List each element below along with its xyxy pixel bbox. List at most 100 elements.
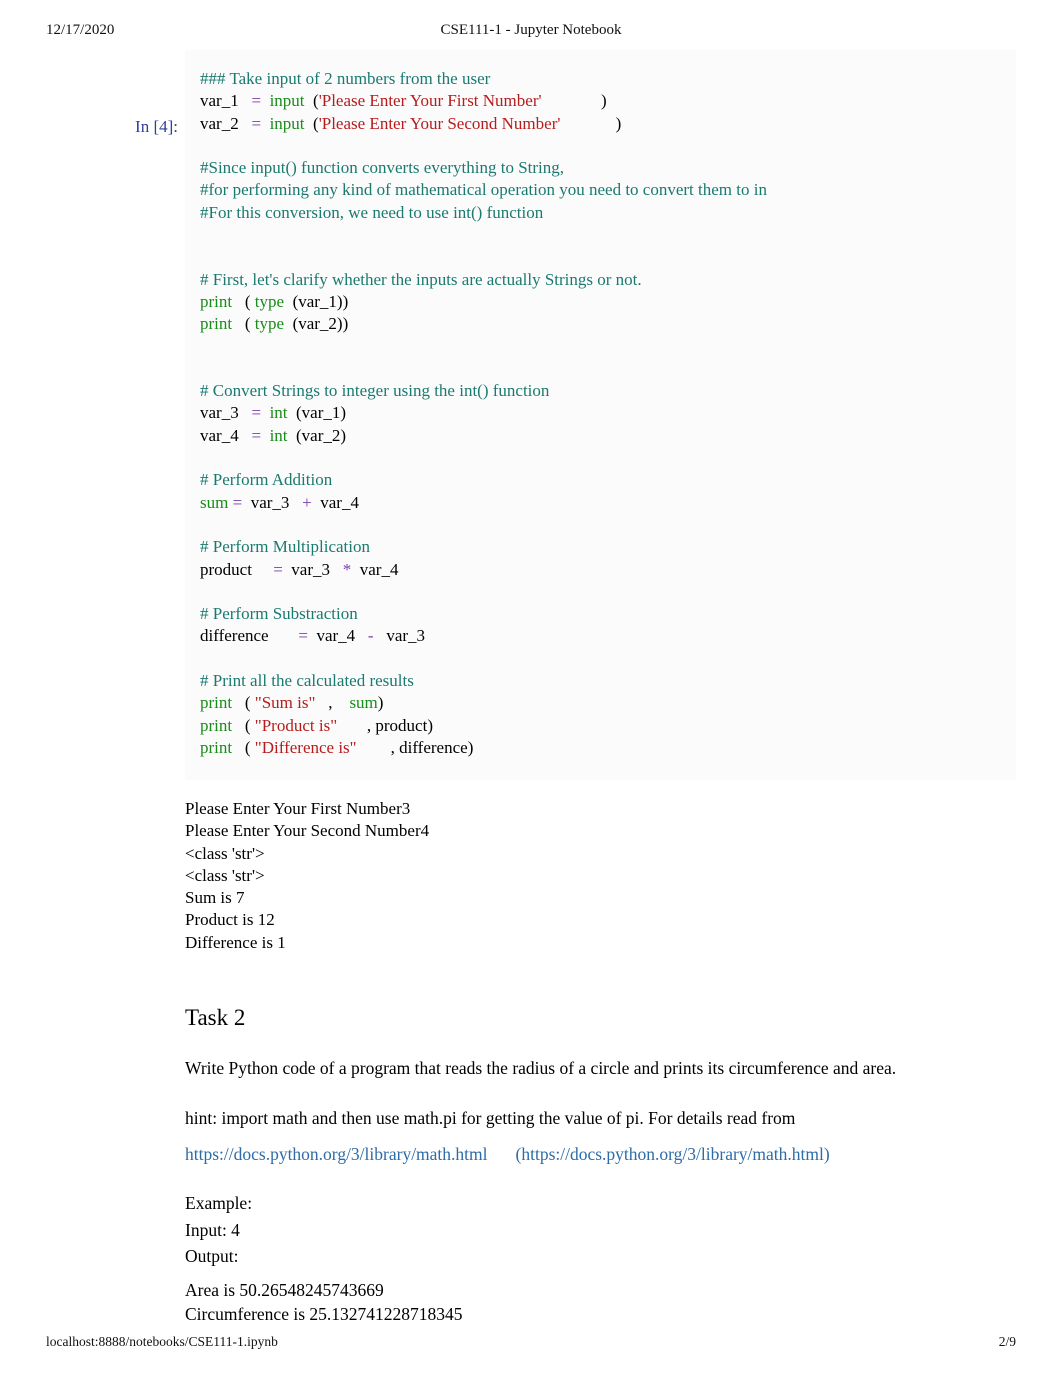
math-docs-link-parenthetical: (https://docs.python.org/3/library/math.… [515, 1144, 830, 1165]
code-line: difference = var_4 - var_3 [200, 625, 1006, 647]
code-token-plain: ) [541, 91, 607, 111]
task2-hint: hint: import math and then use math.pi f… [185, 1104, 897, 1132]
code-token-builtin: type [254, 291, 285, 311]
code-token-plain: , product) [337, 715, 433, 735]
task2-heading: Task 2 [185, 1005, 246, 1031]
code-token-builtin: print [200, 314, 233, 334]
code-token-builtin: print [200, 737, 233, 757]
code-cell-prompt: In [4]: [135, 117, 178, 136]
code-token-plain: ( [232, 715, 255, 735]
code-token-string: "Product is" [254, 715, 338, 735]
code-token-comment: #Since input() function converts everyth… [200, 158, 565, 178]
notebook-content: In [4]: ### Take input of 2 numbers from… [0, 50, 1062, 1326]
code-token-plain: var_2 [200, 113, 239, 133]
code-token-operator: = [298, 626, 308, 646]
code-token-operator: = [251, 403, 262, 423]
code-token-operator: = [251, 425, 262, 445]
code-token-plain: (var_2)) [284, 314, 349, 334]
output-line: Product is 12 [185, 910, 275, 930]
code-cell[interactable]: ### Take input of 2 numbers from the use… [185, 50, 1016, 780]
code-line: # Perform Substraction [200, 603, 1006, 625]
example-input: Input: 4 [185, 1219, 240, 1240]
output-line: Difference is 1 [185, 932, 286, 952]
code-line: print ( "Sum is" , sum) [200, 692, 1006, 714]
code-token-builtin: print [200, 291, 233, 311]
code-token-plain: ( [232, 737, 255, 757]
output-line: Sum is 7 [185, 888, 245, 908]
code-token-comment: # Perform Addition [200, 470, 333, 490]
code-line: product = var_3 * var_4 [200, 559, 1006, 581]
code-token-comment: ### Take input of 2 numbers from the use… [200, 69, 491, 88]
code-cell-output: Please Enter Your First Number3 Please En… [185, 798, 1016, 954]
code-token-plain: (var_2) [287, 425, 347, 445]
code-token-builtin: sum [349, 693, 378, 713]
code-token-plain: ( [232, 291, 255, 311]
output-line: <class 'str'> [185, 865, 265, 885]
code-token-plain: var_4 [311, 492, 359, 512]
output-line: Please Enter Your First Number3 [185, 799, 411, 818]
code-token-builtin: int [269, 403, 288, 423]
code-token-operator: = [232, 492, 243, 512]
code-token-builtin: sum [200, 492, 229, 512]
code-line: # First, let's clarify whether the input… [200, 269, 1006, 291]
code-token-builtin: print [200, 715, 233, 735]
markdown-cell-task2[interactable]: Task 2 Write Python code of a program th… [185, 1004, 1016, 1326]
code-editor-area[interactable]: ### Take input of 2 numbers from the use… [185, 68, 1016, 759]
code-token-operator: = [273, 559, 283, 579]
code-token-plain: (var_1) [287, 403, 347, 423]
code-token-builtin: input [269, 91, 305, 111]
code-token-builtin: int [269, 425, 288, 445]
code-line: print ( "Product is" , product) [200, 715, 1006, 737]
code-line: #Since input() function converts everyth… [200, 157, 1006, 179]
code-token-comment: #For this conversion, we need to use int… [200, 202, 544, 222]
print-footer-url: localhost:8888/notebooks/CSE111-1.ipynb [46, 1334, 278, 1349]
code-line: sum = var_3 + var_4 [200, 492, 1006, 514]
code-token-plain: var_3 [282, 559, 330, 579]
code-token-comment: # Perform Substraction [200, 604, 358, 624]
code-line: var_1 = input ('Please Enter Your First … [200, 90, 1006, 112]
task2-hint-text: hint: import math and then use math.pi f… [185, 1108, 796, 1129]
code-token-plain: product [200, 559, 252, 579]
code-token-string: "Difference is" [254, 737, 357, 757]
code-token-operator: = [251, 113, 262, 133]
print-header: 12/17/2020 CSE111-1 - Jupyter Notebook [0, 22, 1062, 44]
code-line: print ( "Difference is" , difference) [200, 737, 1006, 759]
code-token-string: "Sum is" [254, 693, 316, 713]
print-footer: localhost:8888/notebooks/CSE111-1.ipynb … [0, 1334, 1062, 1354]
code-token-comment: # Print all the calculated results [200, 671, 414, 691]
code-token-plain: ) [560, 113, 622, 133]
math-docs-link[interactable]: https://docs.python.org/3/library/math.h… [185, 1144, 488, 1164]
code-token-plain: var_3 [200, 403, 239, 423]
code-token-plain: , [315, 693, 333, 713]
example-label: Example: [185, 1193, 253, 1214]
code-token-plain: ) [377, 693, 384, 713]
code-token-plain: var_4 [307, 626, 356, 646]
print-title: CSE111-1 - Jupyter Notebook [440, 22, 622, 38]
example-circumference-result: Circumference is 25.132741228718345 [185, 1303, 463, 1324]
task2-description: Write Python code of a program that read… [185, 1058, 897, 1079]
code-token-string: 'Please Enter Your First Number' [318, 91, 542, 111]
code-line: # Perform Multiplication [200, 536, 1006, 558]
code-token-comment: # Convert Strings to integer using the i… [200, 381, 550, 401]
code-token-comment: # Perform Multiplication [200, 537, 370, 557]
code-line: print ( type (var_1)) [200, 291, 1006, 313]
code-token-plain: var_1 [200, 91, 239, 111]
code-token-plain: var_3 [373, 626, 426, 646]
